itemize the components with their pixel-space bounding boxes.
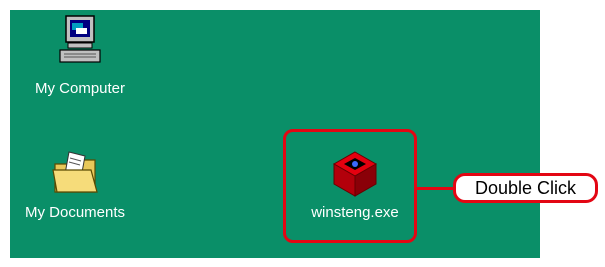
double-click-callout: Double Click bbox=[453, 173, 598, 203]
desktop-icon-my-documents[interactable]: My Documents bbox=[10, 150, 140, 221]
callout-connector bbox=[417, 187, 457, 190]
my-computer-label: My Computer bbox=[34, 80, 126, 97]
highlight-frame bbox=[283, 129, 417, 243]
desktop: My Computer My Documents winsteng.exe bbox=[10, 10, 540, 258]
my-computer-icon bbox=[59, 15, 101, 63]
desktop-icon-my-computer[interactable]: My Computer bbox=[20, 14, 140, 97]
folder-documents-icon bbox=[52, 151, 98, 193]
my-documents-label: My Documents bbox=[24, 204, 126, 221]
